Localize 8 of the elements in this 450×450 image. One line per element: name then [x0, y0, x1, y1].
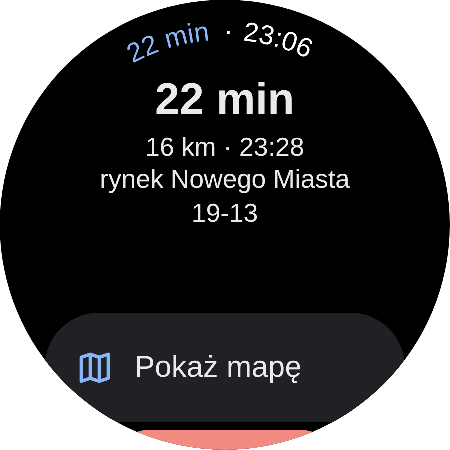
- show-map-button[interactable]: Pokaż mapę: [45, 313, 405, 422]
- separator-text: ·: [224, 16, 234, 46]
- eta-text: 22 min: [122, 16, 211, 69]
- destination-text: rynek Nowego Miasta: [100, 163, 350, 196]
- destination-text: 19-13: [192, 197, 258, 230]
- clock-time: 23:06: [242, 16, 318, 64]
- distance-arrival-text: 16 km · 23:28: [146, 132, 304, 162]
- duration-text: 22 min: [155, 74, 295, 126]
